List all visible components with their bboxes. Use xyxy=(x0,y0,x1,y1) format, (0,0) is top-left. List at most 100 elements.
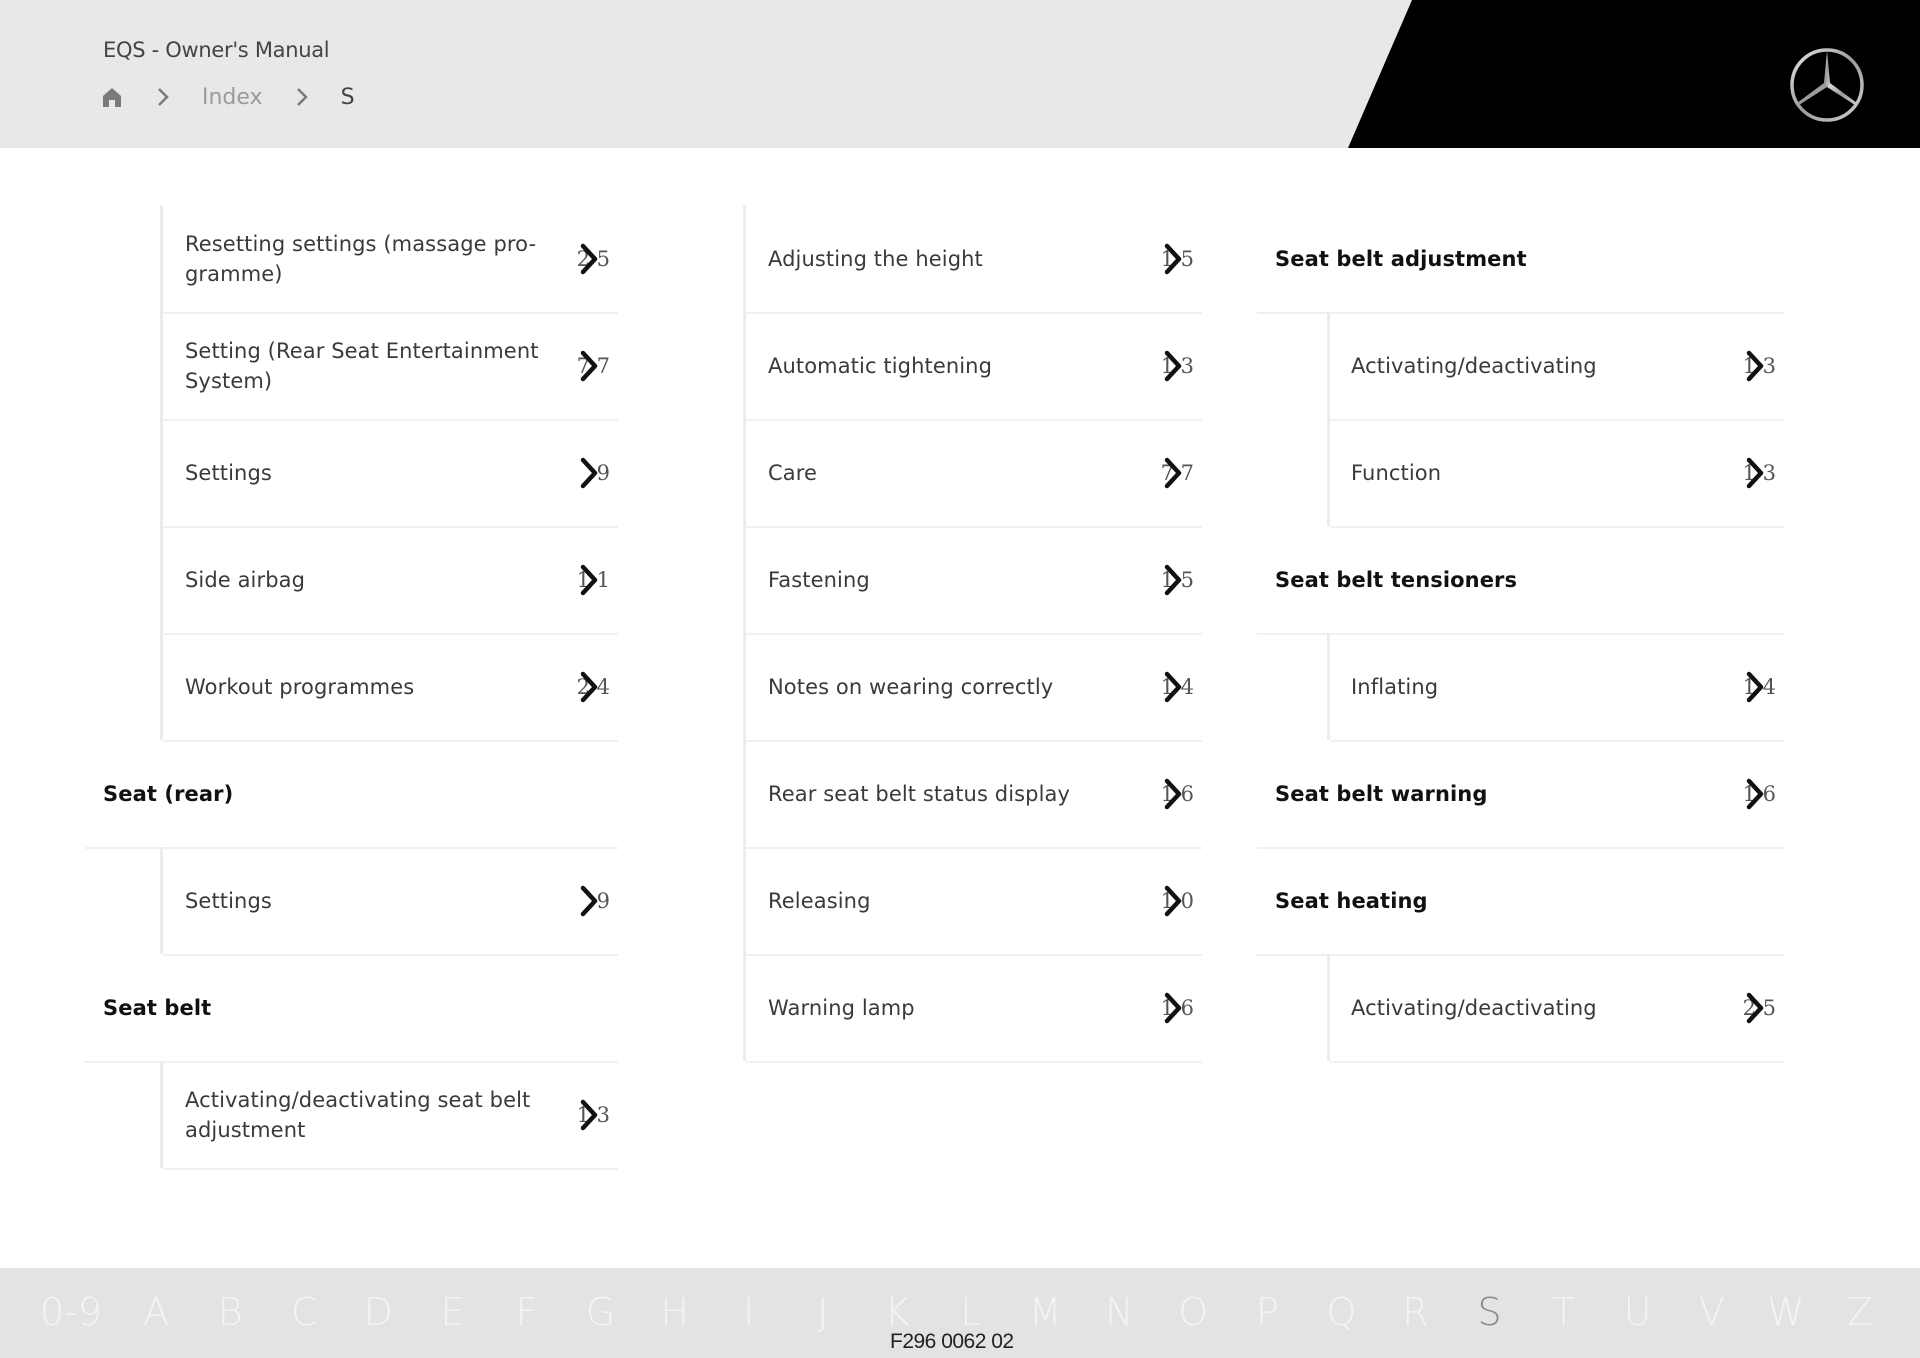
page-link[interactable]: 1 5 xyxy=(1154,241,1194,277)
index-entry[interactable]: Automatic tightening 1 3 xyxy=(746,312,1202,421)
index-heading[interactable]: Seat heating xyxy=(1257,847,1784,956)
page-link[interactable]: 1 0 xyxy=(1154,883,1194,919)
index-entry[interactable]: Activating/deactivating 1 3 xyxy=(1330,312,1784,421)
alphabet-letter-i[interactable]: I xyxy=(729,1290,769,1334)
index-entry[interactable]: Warning lamp 1 6 xyxy=(746,954,1202,1063)
index-entry[interactable]: Adjusting the height 1 5 xyxy=(746,205,1202,314)
mercedes-star-icon[interactable] xyxy=(1788,46,1866,124)
entry-label: Automatic tightening xyxy=(768,353,993,378)
page-link[interactable]: 1 6 xyxy=(1154,990,1194,1026)
entry-label: Workout programmes xyxy=(185,674,415,699)
chevron-right-icon xyxy=(1162,457,1184,489)
page-link[interactable]: 9 xyxy=(570,883,610,919)
index-entry[interactable]: Settings 9 xyxy=(163,847,618,956)
alphabet-letter-d[interactable]: D xyxy=(358,1290,398,1334)
alphabet-letter-t[interactable]: T xyxy=(1544,1290,1584,1334)
entry-label: Rear seat belt status display xyxy=(768,781,1071,806)
index-entry[interactable]: Rear seat belt status display 1 6 xyxy=(746,740,1202,849)
page-link[interactable]: 1 3 xyxy=(570,1097,610,1133)
alphabet-letter-g[interactable]: G xyxy=(581,1290,621,1334)
document-code: F296 0062 02 xyxy=(890,1330,1014,1353)
chevron-right-icon xyxy=(148,85,178,109)
index-entry[interactable]: Function 1 3 xyxy=(1330,419,1784,528)
page-link[interactable]: 1 3 xyxy=(1154,348,1194,384)
entry-label: Activating/deactivating seat belt adjust… xyxy=(185,1087,531,1142)
index-entry[interactable]: Inflating 1 4 xyxy=(1330,633,1784,742)
alphabet-letter-l[interactable]: L xyxy=(951,1290,991,1334)
entry-label: Setting (Rear Seat Entertainment System) xyxy=(185,338,539,393)
breadcrumb-index-link[interactable]: Index xyxy=(202,85,263,110)
page-link[interactable]: 7 7 xyxy=(570,348,610,384)
page-link[interactable]: 9 xyxy=(570,455,610,491)
alphabet-letter-u[interactable]: U xyxy=(1618,1290,1658,1334)
page-link[interactable]: 1 3 xyxy=(1736,455,1776,491)
page-link[interactable]: 1 4 xyxy=(1154,669,1194,705)
chevron-right-icon xyxy=(1162,564,1184,596)
alphabet-letter-a[interactable]: A xyxy=(136,1290,176,1334)
alphabet-letter-j[interactable]: J xyxy=(803,1290,843,1334)
alphabet-letter-r[interactable]: R xyxy=(1395,1290,1435,1334)
index-heading[interactable]: Seat (rear) xyxy=(85,740,618,849)
alphabet-letter-p[interactable]: P xyxy=(1247,1290,1287,1334)
page-link[interactable]: 1 3 xyxy=(1736,348,1776,384)
entry-label: Releasing xyxy=(768,888,871,913)
group-divider xyxy=(1327,633,1330,740)
alphabet-letter-h[interactable]: H xyxy=(655,1290,695,1334)
document-title: EQS - Owner's Manual xyxy=(103,38,330,62)
page-link[interactable]: 1 6 xyxy=(1736,776,1776,812)
chevron-right-icon xyxy=(1744,457,1766,489)
page-link[interactable]: 2 4 xyxy=(570,669,610,705)
chevron-right-icon xyxy=(578,350,600,382)
entry-label: Notes on wearing correctly xyxy=(768,674,1054,699)
alphabet-letter-w[interactable]: W xyxy=(1766,1290,1806,1334)
alphabet-letter-0-9[interactable]: 0-9 xyxy=(40,1290,102,1334)
page-link[interactable]: 1 5 xyxy=(1154,562,1194,598)
index-entry[interactable]: Fastening 1 5 xyxy=(746,526,1202,635)
index-entry[interactable]: Side airbag 1 1 xyxy=(163,526,618,635)
page-link[interactable]: 1 4 xyxy=(1736,669,1776,705)
group-divider xyxy=(160,205,163,740)
page-link[interactable]: 1 6 xyxy=(1154,776,1194,812)
index-heading[interactable]: Seat belt xyxy=(85,954,618,1063)
group-divider xyxy=(743,205,746,1061)
alphabet-letter-z[interactable]: Z xyxy=(1840,1290,1880,1334)
entry-label: Function xyxy=(1351,460,1442,485)
alphabet-letter-f[interactable]: F xyxy=(507,1290,547,1334)
page-link[interactable]: 2 5 xyxy=(570,241,610,277)
index-entry[interactable]: Notes on wearing correctly 1 4 xyxy=(746,633,1202,742)
chevron-right-icon xyxy=(1744,350,1766,382)
page-link[interactable]: 2 5 xyxy=(1736,990,1776,1026)
alphabet-letter-o[interactable]: O xyxy=(1173,1290,1213,1334)
breadcrumb: Index S xyxy=(100,82,355,112)
alphabet-letter-s[interactable]: S xyxy=(1470,1290,1510,1334)
chevron-right-icon xyxy=(1162,350,1184,382)
alphabet-letter-n[interactable]: N xyxy=(1099,1290,1139,1334)
home-icon[interactable] xyxy=(100,85,124,109)
alphabet-letter-b[interactable]: B xyxy=(210,1290,250,1334)
page-link[interactable]: 7 7 xyxy=(1154,455,1194,491)
alphabet-letter-m[interactable]: M xyxy=(1025,1290,1065,1334)
index-entry[interactable]: Setting (Rear Seat Entertainment System)… xyxy=(163,312,618,421)
index-entry[interactable]: Activating/deactivating 2 5 xyxy=(1330,954,1784,1063)
index-entry[interactable]: Care 7 7 xyxy=(746,419,1202,528)
chevron-right-icon xyxy=(578,671,600,703)
alphabet-letter-q[interactable]: Q xyxy=(1321,1290,1361,1334)
index-heading[interactable]: Seat belt adjustment xyxy=(1257,205,1784,314)
index-entry[interactable]: Releasing 1 0 xyxy=(746,847,1202,956)
chevron-right-icon xyxy=(578,457,600,489)
alphabet-index: 0-9 A B C D E F G H I J K L M N O P Q R S T U V W Z xyxy=(40,1290,1880,1334)
index-entry[interactable]: Resetting settings (massage pro- gramme)… xyxy=(163,205,618,314)
index-entry[interactable]: Activating/deactivating seat belt adjust… xyxy=(163,1061,618,1170)
alphabet-letter-c[interactable]: C xyxy=(284,1290,324,1334)
index-heading[interactable]: Seat belt tensioners xyxy=(1257,526,1784,635)
heading-label: Seat belt xyxy=(103,995,212,1020)
page-link[interactable]: 1 1 xyxy=(570,562,610,598)
chevron-right-icon xyxy=(287,85,317,109)
heading-label: Seat (rear) xyxy=(103,781,234,806)
index-entry[interactable]: Settings 9 xyxy=(163,419,618,528)
index-heading[interactable]: Seat belt warning 1 6 xyxy=(1257,740,1784,849)
alphabet-letter-k[interactable]: K xyxy=(877,1290,917,1334)
alphabet-letter-v[interactable]: V xyxy=(1692,1290,1732,1334)
index-entry[interactable]: Workout programmes 2 4 xyxy=(163,633,618,742)
alphabet-letter-e[interactable]: E xyxy=(432,1290,472,1334)
